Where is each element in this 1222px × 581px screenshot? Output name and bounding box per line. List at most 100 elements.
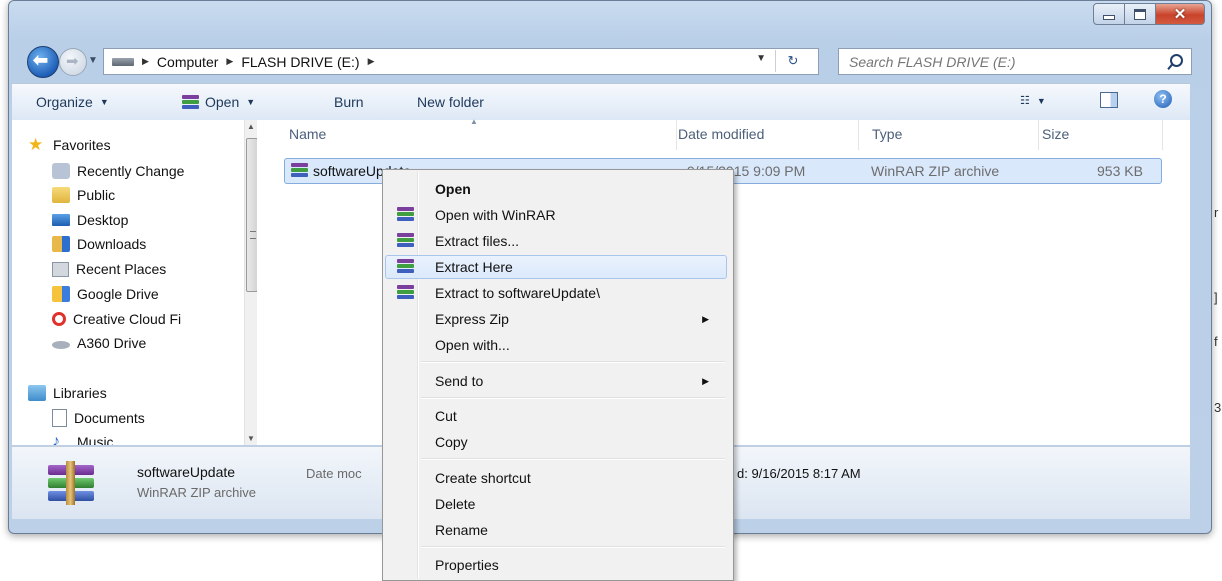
address-bar[interactable]: ▶ Computer ▶ FLASH DRIVE (E:) ▶ ▼ ↻ [103,48,819,75]
menu-item-extract-here[interactable]: Extract Here [385,255,727,279]
burn-button[interactable]: Burn [334,94,364,110]
burn-label: Burn [334,94,364,110]
menu-label: Create shortcut [435,470,531,486]
menu-item-create-shortcut[interactable]: Create shortcut [385,466,729,490]
navigation-pane: ★ Favorites Recently Change Public Deskto… [12,120,257,445]
menu-item-extract-files[interactable]: Extract files... [385,229,729,253]
menu-item-send-to[interactable]: Send to ▶ [385,369,729,393]
google-drive-icon [52,286,70,302]
menu-item-rename[interactable]: Rename [385,518,729,542]
nav-desktop[interactable]: Desktop [52,209,128,231]
details-date-label: Date moc [306,466,362,481]
menu-label: Send to [435,373,484,389]
minimize-button[interactable] [1093,3,1125,25]
column-header-date-modified[interactable]: Date modified [678,126,764,142]
minimize-icon [1103,14,1115,20]
menu-item-open-with[interactable]: Open with... [385,333,729,357]
new-folder-button[interactable]: New folder [417,94,484,110]
column-divider[interactable] [1038,120,1039,150]
search-input[interactable] [847,53,1151,71]
menu-item-delete[interactable]: Delete [385,492,729,516]
close-icon: ✕ [1173,6,1187,23]
search-box[interactable] [838,48,1192,75]
preview-pane-icon [1100,92,1118,108]
chevron-down-icon: ▼ [99,97,109,107]
nav-favorites[interactable]: ★ Favorites [28,134,111,156]
nav-google-drive[interactable]: Google Drive [52,283,159,305]
search-icon[interactable] [1170,54,1183,67]
nav-downloads[interactable]: Downloads [52,233,146,255]
column-header-size[interactable]: Size [1042,126,1069,142]
nav-libraries[interactable]: Libraries [28,382,107,404]
new-folder-label: New folder [417,94,484,110]
nav-scrollbar[interactable]: ▲ ▼ [244,120,257,445]
address-row: ⬅ ➡ ▼ ▶ Computer ▶ FLASH DRIVE (E:) ▶ ▼ … [13,44,1192,78]
chevron-down-icon: ▼ [1036,95,1046,106]
nav-public[interactable]: Public [52,184,115,206]
open-button[interactable]: Open ▼ [182,94,255,110]
back-arrow-icon: ⬅ [33,50,49,70]
nav-creative-cloud[interactable]: Creative Cloud Fi [52,308,181,330]
refresh-button[interactable]: ↻ [775,50,810,72]
address-dropdown-icon[interactable]: ▼ [756,53,766,64]
nav-documents[interactable]: Documents [52,407,145,429]
winrar-icon [397,285,414,300]
menu-label: Open [435,181,471,197]
desktop-icon [52,214,70,226]
star-icon: ★ [28,135,44,154]
preview-pane-button[interactable] [1100,92,1118,108]
downloads-icon [52,236,70,252]
menu-separator [421,397,725,399]
recent-pages-dropdown-icon[interactable]: ▼ [88,55,98,66]
column-header-type[interactable]: Type [872,126,902,142]
nav-a360-drive[interactable]: A360 Drive [52,332,146,354]
back-button[interactable]: ⬅ [27,46,59,78]
background-text: ] [1214,290,1218,305]
menu-item-copy[interactable]: Copy [385,430,729,454]
scroll-up-icon[interactable]: ▲ [247,122,255,131]
maximize-button[interactable] [1125,3,1156,25]
menu-item-cut[interactable]: Cut [385,404,729,428]
maximize-icon [1134,8,1146,20]
grip-icon [250,231,256,239]
view-list-icon: ☷ [1020,95,1030,107]
breadcrumb-computer[interactable]: Computer [157,54,218,70]
winrar-icon [182,94,199,110]
scrollbar-thumb[interactable] [246,138,257,292]
caption-buttons: ✕ [1093,3,1205,25]
winrar-icon [397,259,414,274]
close-button[interactable]: ✕ [1156,3,1205,25]
nav-music[interactable]: ♪ Music [52,431,114,446]
forward-button[interactable]: ➡ [59,48,87,76]
menu-separator [421,361,725,363]
nav-recent-places[interactable]: Recent Places [52,258,166,280]
column-header-name[interactable]: Name [289,126,326,142]
background-text: 3 [1214,400,1222,415]
breadcrumb-flash-drive[interactable]: FLASH DRIVE (E:) [241,54,359,70]
nav-item-label: Music [77,434,114,445]
menu-item-open[interactable]: Open [385,177,729,201]
column-divider[interactable] [1162,120,1163,150]
breadcrumb-arrow-icon[interactable]: ▶ [368,56,375,67]
organize-button[interactable]: Organize ▼ [36,94,109,110]
details-created: d: 9/16/2015 8:17 AM [737,466,861,481]
nav-recently-changed[interactable]: Recently Change [52,160,184,182]
scroll-down-icon[interactable]: ▼ [247,434,255,443]
column-divider[interactable] [858,120,859,150]
menu-label: Rename [435,522,488,538]
open-label: Open [205,94,240,110]
background-text: r [1214,205,1219,220]
help-button[interactable]: ? [1154,90,1172,108]
menu-item-extract-to[interactable]: Extract to softwareUpdate\ [385,281,729,305]
creative-cloud-icon [52,312,66,326]
recent-places-icon [52,261,69,277]
menu-label: Extract files... [435,233,520,249]
menu-item-open-with-winrar[interactable]: Open with WinRAR [385,203,729,227]
winrar-icon [397,233,414,248]
menu-item-express-zip[interactable]: Express Zip ▶ [385,307,729,331]
breadcrumb-arrow-icon[interactable]: ▶ [226,56,233,67]
column-divider[interactable] [676,120,677,150]
breadcrumb-arrow-icon[interactable]: ▶ [142,56,149,67]
menu-item-properties[interactable]: Properties [385,553,729,577]
view-options-button[interactable]: ☷ ▼ [1020,94,1046,107]
